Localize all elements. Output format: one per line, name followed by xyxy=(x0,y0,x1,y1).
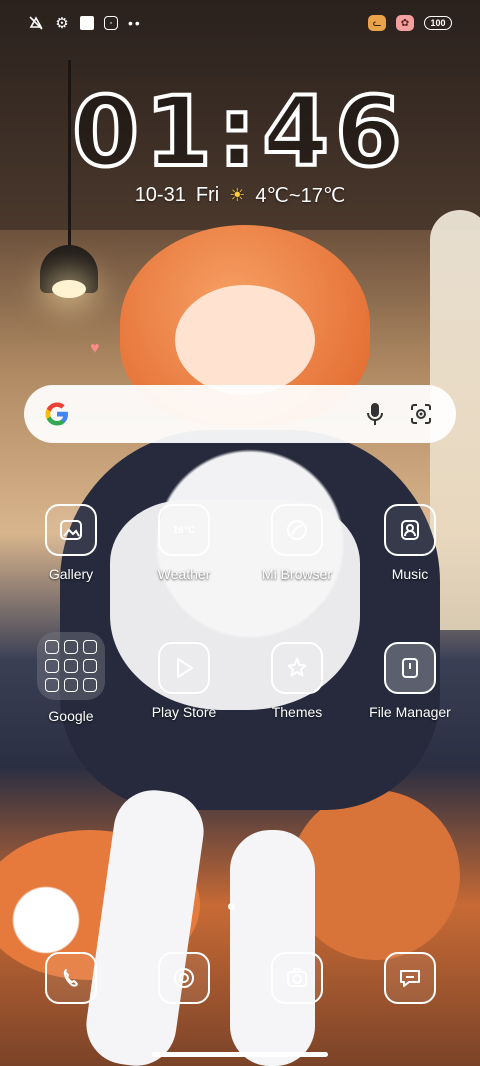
file-manager-icon xyxy=(384,642,436,694)
cat-icon: ᓚ xyxy=(368,15,386,31)
app-play-store[interactable]: Play Store xyxy=(129,642,239,720)
folder-google[interactable]: Google xyxy=(16,632,126,724)
gallery-icon xyxy=(45,504,97,556)
phone-icon xyxy=(45,952,97,1004)
app-label: Play Store xyxy=(151,704,217,720)
app-label: File Manager xyxy=(369,704,451,720)
more-dots-icon: •• xyxy=(128,15,142,31)
play-store-icon xyxy=(158,642,210,694)
sun-icon: ☀ xyxy=(229,185,246,205)
dock-chrome[interactable] xyxy=(129,952,239,1004)
themes-icon xyxy=(271,642,323,694)
square-icon xyxy=(80,16,94,30)
weather-icon: 16°C xyxy=(158,504,210,556)
app-themes[interactable]: Themes xyxy=(242,642,352,720)
microphone-icon[interactable] xyxy=(358,397,392,431)
gear-icon: ⚙ xyxy=(55,14,69,32)
dock-camera[interactable] xyxy=(242,952,352,1004)
dock-phone[interactable] xyxy=(16,952,126,1004)
app-label: Mi Browser xyxy=(261,566,332,582)
messages-icon xyxy=(384,952,436,1004)
date-weather-line[interactable]: 10-31 Fri ☀ 4℃~17℃ xyxy=(0,183,480,208)
dock-messages[interactable] xyxy=(355,952,465,1004)
notification-muted-icon xyxy=(28,15,44,31)
app-label: Gallery xyxy=(48,566,94,582)
app-icon: ▫ xyxy=(104,16,118,30)
app-label: Weather xyxy=(157,566,211,582)
app-weather[interactable]: 16°C Weather xyxy=(129,504,239,582)
paw-icon: ✿ xyxy=(396,15,414,31)
page-indicator[interactable] xyxy=(228,903,235,910)
chrome-icon xyxy=(158,952,210,1004)
home-gesture-bar[interactable] xyxy=(152,1052,328,1057)
app-label: Music xyxy=(391,566,429,582)
google-logo-icon xyxy=(42,399,72,429)
battery-indicator: 100 xyxy=(424,16,452,30)
weather-temp: 16°C xyxy=(172,524,196,536)
google-search-bar[interactable] xyxy=(24,385,456,443)
weekday: Fri xyxy=(195,184,220,206)
temperature-range: 4℃~17℃ xyxy=(255,185,346,207)
app-music[interactable]: Music xyxy=(355,504,465,582)
app-gallery[interactable]: Gallery xyxy=(16,504,126,582)
clock-time[interactable]: 01:46 xyxy=(0,74,480,190)
app-label: Google xyxy=(48,708,94,724)
music-icon xyxy=(384,504,436,556)
app-label: Themes xyxy=(271,704,323,720)
app-file-manager[interactable]: File Manager xyxy=(355,642,465,720)
google-folder-icon xyxy=(37,632,105,700)
camera-icon xyxy=(271,952,323,1004)
google-lens-icon[interactable] xyxy=(404,397,438,431)
app-mi-browser[interactable]: Mi Browser xyxy=(242,504,352,582)
date: 10-31 xyxy=(134,184,186,206)
status-bar: ⚙ ▫ •• ᓚ ✿ 100 xyxy=(28,12,452,34)
browser-icon xyxy=(271,504,323,556)
